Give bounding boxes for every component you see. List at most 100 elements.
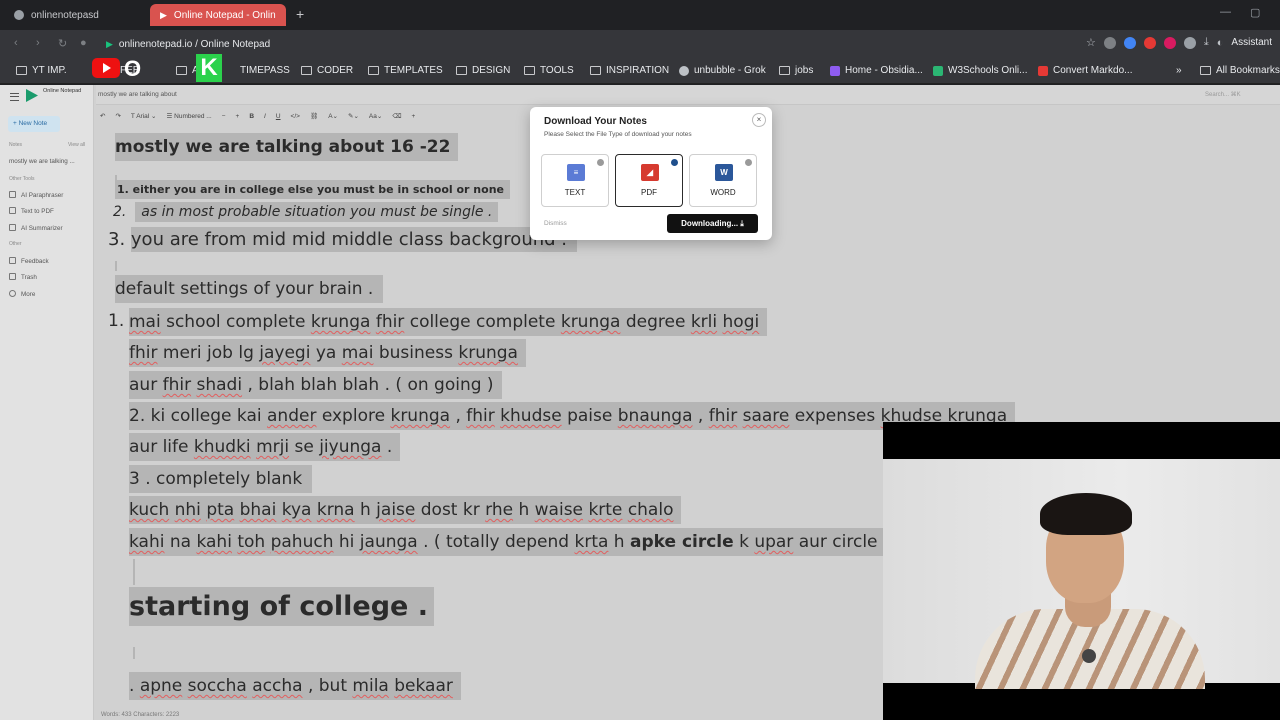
browser-toolbar: ☆ ⤓ ◐ Assistant <box>1086 36 1272 49</box>
modal-subtitle: Please Select the File Type of download … <box>544 131 692 138</box>
new-note-button[interactable]: + New Note <box>8 116 60 132</box>
sidebar-note-current[interactable]: mostly we are talking ... <box>9 158 75 165</box>
extension-icon[interactable] <box>1103 36 1116 49</box>
minimize-button[interactable]: — <box>1220 6 1231 18</box>
text-file-icon: ≡ <box>567 164 585 181</box>
list-item: 1. either you are in college else you mu… <box>115 180 510 199</box>
word-file-icon: W <box>715 164 733 181</box>
download-modal: Download Your Notes Please Select the Fi… <box>530 107 772 240</box>
paragraph: default settings of your brain . <box>115 275 384 303</box>
text-line: mai school complete krunga fhir college … <box>129 308 768 336</box>
text-color-icon[interactable]: A⌄ <box>328 112 338 120</box>
channel-logo-o: O <box>124 56 142 81</box>
undo-icon[interactable]: ↶ <box>100 112 105 120</box>
tab-title: Online Notepad - Online T <box>173 9 276 21</box>
download-icon: ⤓ <box>740 219 744 228</box>
sidebar-item-text-to-pdf[interactable]: Text to PDF <box>9 207 54 215</box>
folder-icon <box>1200 66 1211 75</box>
highlight-icon[interactable]: ✎⌄ <box>348 112 359 120</box>
pdf-file-icon: ◢ <box>641 164 659 181</box>
folder-icon <box>176 66 187 75</box>
folder-icon <box>301 66 312 75</box>
case-icon[interactable]: Aa⌄ <box>369 112 382 120</box>
search-input[interactable]: Search... ⌘K <box>1196 89 1276 102</box>
option-pdf[interactable]: ◢ PDF <box>615 154 683 207</box>
bookmarks-overflow-icon[interactable]: » <box>1176 65 1182 76</box>
document-header: mostly we are talking about Search... ⌘K <box>96 85 1280 105</box>
back-icon[interactable]: ‹ <box>14 37 18 49</box>
bookmark-unbubble-grok[interactable]: unbubble - Grok <box>679 65 766 76</box>
redo-icon[interactable]: ↷ <box>115 112 120 120</box>
code-icon[interactable]: </> <box>291 113 300 120</box>
assistant-icon[interactable]: ◐ <box>1217 37 1224 49</box>
download-button[interactable]: Downloading... ⤓ <box>667 214 758 233</box>
forward-icon[interactable]: › <box>36 37 40 49</box>
assistant-label[interactable]: Assistant <box>1231 37 1272 48</box>
text-line: kuch nhi pta bhai kya krna h jaise dost … <box>129 496 682 524</box>
address-bar-row: ‹ › ↻ ● ▶ onlinenotepad.io / Online Note… <box>0 30 1280 58</box>
increase-size-icon[interactable]: + <box>236 113 240 120</box>
menu-icon[interactable] <box>10 93 19 101</box>
notes-caption: Notes <box>9 142 23 148</box>
extension-icon[interactable] <box>1163 36 1176 49</box>
extension-icon[interactable] <box>1143 36 1156 49</box>
bookmark-coder[interactable]: CODER <box>301 65 353 76</box>
list-style-select[interactable]: ☰ Numbered ... <box>167 112 212 120</box>
radio-indicator <box>597 159 604 166</box>
bookmark-convert-markdown[interactable]: Convert Markdo... <box>1038 65 1132 76</box>
sidebar-item-ai-paraphraser[interactable]: AI Paraphraser <box>9 191 63 199</box>
folder-icon <box>779 66 790 75</box>
bookmark-inspiration[interactable]: INSPIRATION <box>590 65 669 76</box>
sidebar-item-trash[interactable]: Trash <box>9 273 37 281</box>
underline-icon[interactable]: U <box>276 113 281 120</box>
heading-1: mostly we are talking about 16 -22 <box>115 133 459 161</box>
bookmark-yt-imp[interactable]: YT IMP. <box>16 65 67 76</box>
tab-onlinenotepasd[interactable]: onlinenotepasd <box>4 4 146 26</box>
download-icon[interactable]: ⤓ <box>1204 36 1209 49</box>
link-icon[interactable]: ⛓ <box>310 112 318 120</box>
bookmark-timepass[interactable]: TIMEPASS <box>240 65 290 76</box>
other-caption: Other <box>9 241 22 247</box>
bookmark-jobs[interactable]: jobs <box>779 65 813 76</box>
font-select[interactable]: T Arial ⌄ <box>131 112 157 120</box>
option-word[interactable]: W WORD <box>689 154 757 207</box>
tab-online-notepad[interactable]: ▶ Online Notepad - Online T <box>150 4 286 26</box>
view-all-link[interactable]: View all <box>68 142 85 148</box>
mic-icon[interactable]: ● <box>80 37 87 49</box>
star-icon[interactable]: ☆ <box>1086 36 1096 49</box>
decrease-size-icon[interactable]: − <box>222 113 226 120</box>
pdf-icon <box>9 207 16 214</box>
url-field[interactable]: ▶ onlinenotepad.io / Online Notepad <box>94 34 1254 54</box>
document-title[interactable]: mostly we are talking about <box>98 91 177 98</box>
maximize-button[interactable]: ▢ <box>1250 6 1260 19</box>
bookmark-templates[interactable]: TEMPLATES <box>368 65 443 76</box>
bookmark-tools[interactable]: TOOLS <box>524 65 574 76</box>
clear-format-icon[interactable]: ⌫ <box>392 112 401 120</box>
list-item: 3. you are from mid mid middle class bac… <box>108 227 578 252</box>
tab-title: onlinenotepasd <box>31 9 99 21</box>
new-tab-button[interactable]: + <box>296 6 304 22</box>
extension-icon[interactable] <box>1123 36 1136 49</box>
obsidian-icon <box>830 65 840 76</box>
reload-icon[interactable]: ↻ <box>58 37 67 50</box>
sidebar-item-more[interactable]: More <box>9 290 35 298</box>
sidebar-item-ai-summarizer[interactable]: AI Summarizer <box>9 224 63 232</box>
option-text[interactable]: ≡ TEXT <box>541 154 609 207</box>
sidebar-item-feedback[interactable]: Feedback <box>9 257 49 265</box>
italic-icon[interactable]: I <box>264 113 266 120</box>
summarize-icon <box>9 224 16 231</box>
extension-icon[interactable] <box>1183 36 1196 49</box>
text-line: kahi na kahi toh pahuch hi jaunga . ( to… <box>129 528 901 556</box>
dismiss-button[interactable]: Dismiss <box>544 220 567 227</box>
bold-icon[interactable]: B <box>249 113 254 120</box>
close-icon[interactable]: × <box>752 113 766 127</box>
insert-icon[interactable]: + <box>412 113 416 120</box>
tab-favicon-icon <box>14 10 24 20</box>
cursor-marker <box>133 647 135 659</box>
paraphrase-icon <box>9 191 16 198</box>
bookmark-w3schools[interactable]: W3Schools Onli... <box>933 65 1027 76</box>
bookmark-design[interactable]: DESIGN <box>456 65 510 76</box>
bookmark-obsidian[interactable]: Home - Obsidia... <box>830 65 923 76</box>
all-bookmarks[interactable]: All Bookmarks <box>1200 65 1280 76</box>
webcam-overlay <box>883 422 1280 720</box>
